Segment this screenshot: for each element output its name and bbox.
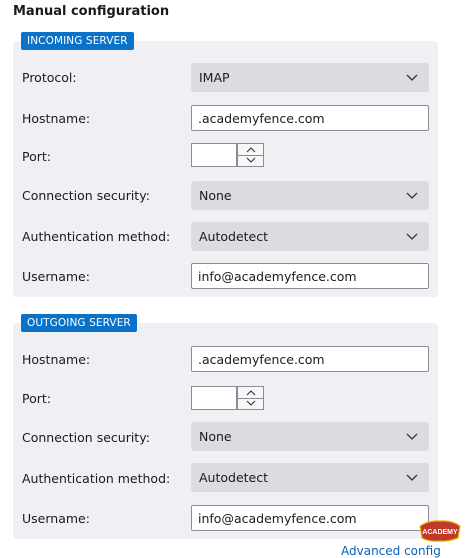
- academy-logo: ACADEMY: [419, 520, 461, 542]
- chevron-down-icon: [246, 157, 255, 163]
- outgoing-security-select[interactable]: None: [191, 422, 429, 451]
- outgoing-username-input[interactable]: info@academyfence.com: [191, 505, 429, 531]
- incoming-username-label: Username:: [22, 269, 90, 284]
- outgoing-username-label: Username:: [22, 511, 90, 526]
- chevron-down-icon: [406, 233, 418, 240]
- incoming-security-label: Connection security:: [22, 188, 150, 203]
- chevron-down-icon: [406, 192, 418, 199]
- advanced-config-link[interactable]: Advanced config: [341, 544, 441, 558]
- chevron-up-icon: [246, 390, 255, 396]
- incoming-port-input[interactable]: [191, 143, 237, 167]
- chevron-down-icon: [406, 474, 418, 481]
- chevron-down-icon: [406, 74, 418, 81]
- outgoing-port-label: Port:: [22, 391, 51, 406]
- page-title: Manual configuration: [13, 4, 170, 19]
- chevron-down-icon: [246, 400, 255, 406]
- incoming-security-value: None: [199, 188, 232, 203]
- incoming-hostname-input[interactable]: .academyfence.com: [191, 105, 429, 131]
- incoming-hostname-label: Hostname:: [22, 111, 91, 126]
- protocol-select[interactable]: IMAP: [191, 63, 429, 92]
- svg-text:ACADEMY: ACADEMY: [422, 529, 458, 536]
- outgoing-username-value: info@academyfence.com: [198, 511, 357, 526]
- incoming-auth-select[interactable]: Autodetect: [191, 222, 429, 251]
- chevron-down-icon: [406, 433, 418, 440]
- outgoing-port-down-button[interactable]: [238, 398, 263, 409]
- chevron-up-icon: [246, 147, 255, 153]
- outgoing-port-spinner[interactable]: [237, 386, 264, 410]
- outgoing-hostname-label: Hostname:: [22, 352, 91, 367]
- protocol-select-value: IMAP: [199, 70, 230, 85]
- incoming-server-badge: INCOMING SERVER: [21, 32, 134, 50]
- incoming-security-select[interactable]: None: [191, 181, 429, 210]
- incoming-hostname-value: .academyfence.com: [198, 111, 325, 126]
- outgoing-hostname-input[interactable]: .academyfence.com: [191, 346, 429, 372]
- outgoing-security-value: None: [199, 429, 232, 444]
- incoming-auth-label: Authentication method:: [22, 229, 171, 244]
- incoming-port-spinner[interactable]: [237, 143, 264, 167]
- outgoing-auth-value: Autodetect: [199, 470, 269, 485]
- outgoing-auth-label: Authentication method:: [22, 471, 171, 486]
- outgoing-port-input[interactable]: [191, 386, 237, 410]
- outgoing-auth-select[interactable]: Autodetect: [191, 463, 429, 492]
- incoming-username-value: info@academyfence.com: [198, 269, 357, 284]
- incoming-auth-value: Autodetect: [199, 229, 269, 244]
- protocol-label: Protocol:: [22, 70, 77, 85]
- outgoing-security-label: Connection security:: [22, 430, 150, 445]
- outgoing-hostname-value: .academyfence.com: [198, 352, 325, 367]
- incoming-port-down-button[interactable]: [238, 155, 263, 166]
- outgoing-server-badge: OUTGOING SERVER: [21, 314, 137, 332]
- incoming-port-label: Port:: [22, 149, 51, 164]
- incoming-username-input[interactable]: info@academyfence.com: [191, 263, 429, 289]
